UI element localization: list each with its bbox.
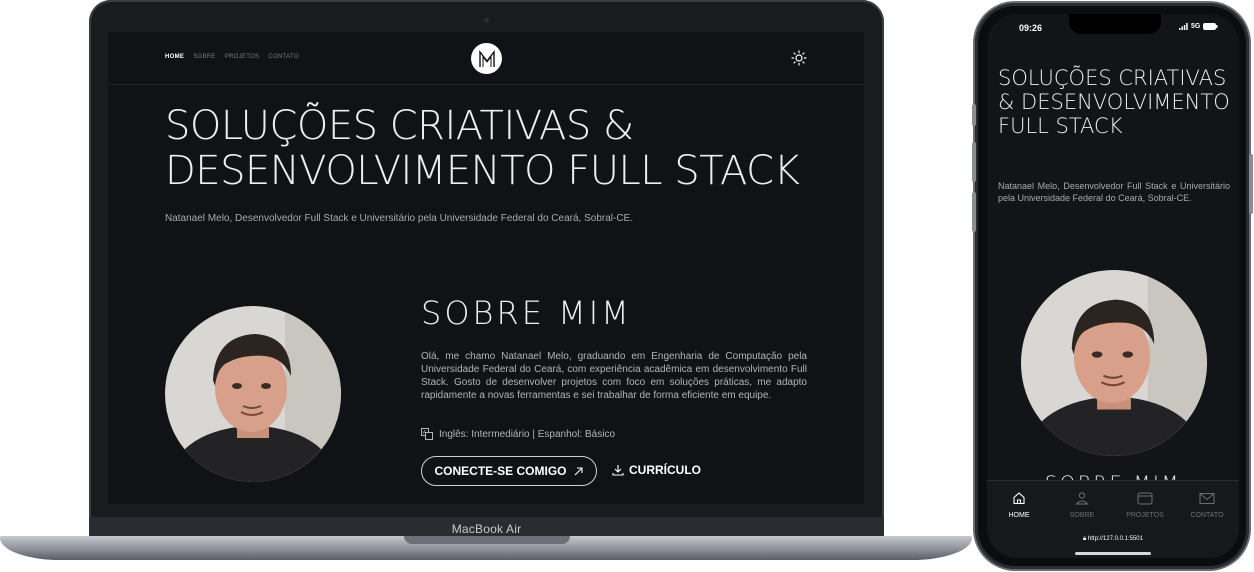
user-icon bbox=[1075, 492, 1089, 505]
battery-icon bbox=[1203, 23, 1218, 30]
profile-avatar bbox=[165, 306, 341, 482]
nav-projetos[interactable]: PROJETOS bbox=[225, 54, 260, 60]
about-text: Olá, me chamo Natanael Melo, graduando e… bbox=[421, 351, 807, 401]
phone-volume-down bbox=[972, 192, 976, 232]
phone-hero-title: SOLUÇÕES CRIATIVAS & DESENVOLVIMENTO FUL… bbox=[998, 66, 1230, 138]
tab-projetos[interactable]: PROJETOS bbox=[1115, 491, 1175, 519]
status-indicators: 5G bbox=[1179, 23, 1218, 30]
phone-notch bbox=[1069, 14, 1161, 34]
connect-label: CONECTE-SE COMIGO bbox=[434, 464, 567, 478]
hero-subtitle: Natanael Melo, Desenvolvedor Full Stack … bbox=[165, 213, 634, 224]
tab-sobre-label: SOBRE bbox=[1069, 512, 1095, 519]
home-icon bbox=[1013, 492, 1025, 505]
connect-button[interactable]: CONECTE-SE COMIGO bbox=[421, 456, 597, 486]
languages-row: A Inglês: Intermediário | Espanhol: Bási… bbox=[421, 428, 615, 440]
home-indicator bbox=[1075, 552, 1151, 555]
phone-volume-up bbox=[972, 142, 976, 182]
camera-dot bbox=[484, 18, 489, 23]
url-text: http://127.0.0.1:5501 bbox=[1087, 536, 1143, 542]
status-time: 09:26 bbox=[1019, 23, 1043, 33]
phone-screen: 09:26 5G SOLUÇÕES CRIATIVAS & DESENVOLVI… bbox=[987, 14, 1239, 558]
tab-home-label: HOME bbox=[1008, 512, 1030, 519]
nav-contato[interactable]: CONTATO bbox=[268, 54, 298, 60]
mail-icon bbox=[1199, 493, 1215, 504]
tab-contato-label: CONTATO bbox=[1190, 512, 1224, 519]
signal-icon bbox=[1179, 23, 1188, 30]
tab-sobre[interactable]: SOBRE bbox=[1052, 491, 1112, 519]
brand-logo[interactable] bbox=[471, 43, 502, 74]
hero-title: SOLUÇÕES CRIATIVAS & DESENVOLVIMENTO FUL… bbox=[165, 104, 825, 194]
monogram-logo-icon bbox=[478, 49, 495, 67]
arrow-up-right-icon bbox=[574, 466, 583, 475]
hero-title-line1: SOLUÇÕES CRIATIVAS & bbox=[165, 103, 634, 149]
phone-power-button bbox=[1249, 154, 1253, 214]
about-title: SOBRE MIM bbox=[421, 294, 632, 332]
tab-projetos-label: PROJETOS bbox=[1126, 512, 1164, 519]
device-label: MacBook Air bbox=[451, 521, 522, 536]
nav-divider bbox=[108, 84, 864, 85]
laptop-screen: HOME SOBRE PROJETOS CONTATO SOLUÇÕES CRI… bbox=[108, 32, 864, 504]
laptop-base-notch bbox=[404, 536, 570, 544]
phone-hero-subtitle: Natanael Melo, Desenvolvedor Full Stack … bbox=[998, 181, 1230, 203]
cv-download-link[interactable]: CURRÍCULO bbox=[612, 463, 701, 477]
theme-toggle-sun-icon[interactable] bbox=[791, 50, 807, 66]
phone-profile-avatar bbox=[1021, 270, 1207, 456]
nav-sobre[interactable]: SOBRE bbox=[193, 54, 216, 60]
hero-title-line2: DESENVOLVIMENTO FULL STACK bbox=[165, 148, 800, 194]
status-bar: 09:26 5G bbox=[987, 14, 1239, 44]
phone-silent-switch bbox=[972, 104, 976, 126]
download-icon bbox=[612, 465, 624, 476]
tab-contato[interactable]: CONTATO bbox=[1177, 491, 1237, 519]
svg-text:A: A bbox=[423, 430, 427, 436]
nav-home[interactable]: HOME bbox=[165, 54, 184, 60]
translate-icon: A bbox=[421, 428, 433, 440]
cv-label: CURRÍCULO bbox=[629, 463, 701, 477]
network-label: 5G bbox=[1191, 23, 1201, 30]
top-nav: HOME SOBRE PROJETOS CONTATO bbox=[165, 54, 299, 60]
bottom-tab-bar: HOME SOBRE PROJETOS CONTATO 🔒︎ http://12… bbox=[987, 480, 1239, 558]
languages-text: Inglês: Intermediário | Espanhol: Básico bbox=[439, 428, 616, 440]
tab-home[interactable]: HOME bbox=[989, 491, 1049, 519]
url-bar[interactable]: 🔒︎ http://127.0.0.1:5501 bbox=[987, 536, 1239, 543]
folder-icon bbox=[1137, 492, 1153, 505]
